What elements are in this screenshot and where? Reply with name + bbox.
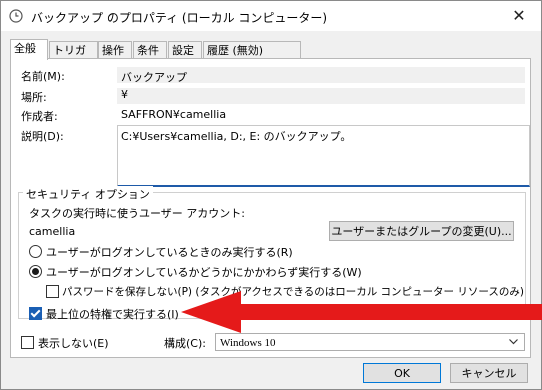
author-value: SAFFRON¥camellia [121,108,227,121]
location-label: 場所: [21,91,47,104]
cancel-button[interactable]: キャンセル [450,363,528,383]
account-label: タスクの実行時に使うユーザー アカウント: [29,207,245,220]
radio-whether-logged-on[interactable] [29,265,42,278]
highest-privileges-label[interactable]: 最上位の特権で実行する(I) [46,306,179,322]
account-value: camellia [29,225,76,238]
change-user-button[interactable]: ユーザーまたはグループの変更(U)... [329,221,514,241]
close-icon[interactable]: ✕ [497,1,541,31]
highest-privileges-checkbox[interactable] [29,307,42,320]
tab-history[interactable]: 履歴 (無効) [203,41,301,59]
radio-logged-on-only[interactable] [29,245,42,258]
configure-label: 構成(C): [164,337,206,350]
author-label: 作成者: [21,110,58,123]
annotation-arrow-icon [181,291,542,333]
tab-conditions[interactable]: 条件 [133,41,167,59]
ok-button[interactable]: OK [363,363,441,383]
clock-icon [9,9,23,23]
tab-general[interactable]: 全般 [10,39,48,60]
no-store-password-checkbox[interactable] [46,285,59,298]
location-value: ¥ [121,88,128,101]
radio-whether-logged-on-label[interactable]: ユーザーがログオンしているかどうかにかかわらず実行する(W) [46,264,362,280]
tab-actions[interactable]: 操作 [98,41,132,59]
name-value: バックアップ [121,71,187,84]
name-label: 名前(M): [21,70,65,83]
chevron-down-icon [509,339,518,345]
radio-logged-on-only-label[interactable]: ユーザーがログオンしているときのみ実行する(R) [46,244,293,260]
properties-window: バックアップ のプロパティ (ローカル コンピューター) ✕ 全般 トリガー 操… [0,0,542,390]
description-textarea[interactable]: C:¥Users¥camellia, D:, E: のバックアップ。 [117,125,530,187]
tab-triggers[interactable]: トリガー [49,41,98,74]
configure-value: Windows 10 [220,337,276,349]
tab-settings[interactable]: 設定 [168,41,202,59]
window-title: バックアップ のプロパティ (ローカル コンピューター) [31,11,328,25]
description-label: 説明(D): [21,130,64,143]
location-field [117,88,525,104]
title-bar: バックアップ のプロパティ (ローカル コンピューター) ✕ [1,1,541,31]
hidden-label[interactable]: 表示しない(E) [38,335,109,351]
security-options-title: セキュリティ オプション [23,186,153,202]
hidden-checkbox[interactable] [21,336,34,349]
